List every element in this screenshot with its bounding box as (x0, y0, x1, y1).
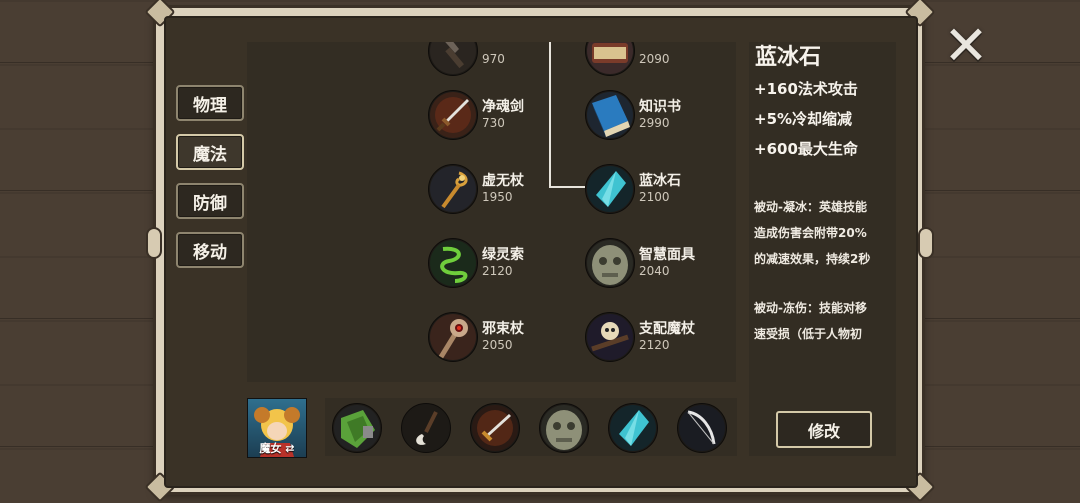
tab-movement[interactable]: 移动 (176, 232, 244, 268)
item-stat: +160法术攻击 (754, 80, 858, 98)
item-name: 支配魔杖 (639, 321, 695, 337)
loadout-slot[interactable] (470, 403, 520, 453)
item-name: 蓝冰石 (639, 173, 681, 189)
bow-icon (679, 405, 725, 451)
stone-mask-icon (541, 405, 587, 451)
item-price: 1950 (482, 190, 513, 204)
item-stat: +5%冷却缩减 (754, 110, 853, 128)
stone-mask-icon (585, 238, 635, 288)
passive-description: 被动-冻伤：技能对移 速受损（低于人物初 (754, 295, 896, 347)
green-rope-icon (428, 238, 478, 288)
tab-physical[interactable]: 物理 (176, 85, 244, 121)
passive-line: 的减速效果，持续2秒 (754, 252, 871, 266)
close-button[interactable]: ✕ (942, 14, 990, 77)
item-detail-panel: 蓝冰石 +160法术攻击 +5%冷却缩减 +600最大生命 被动-凝冰：英雄技能… (749, 42, 896, 456)
item-card[interactable]: 绿灵索 2120 (428, 238, 568, 288)
close-icon: ✕ (943, 14, 989, 77)
item-price: 2040 (639, 264, 670, 278)
item-price: 2090 (639, 52, 670, 66)
hero-name: 魔女 ⇄ (259, 442, 295, 455)
item-card[interactable]: 知识书 2990 (585, 90, 725, 140)
item-card[interactable]: 蓝冰石 2100 (585, 164, 725, 214)
loadout-slot[interactable] (539, 403, 589, 453)
hero-portrait[interactable]: 魔女 ⇄ (247, 398, 307, 458)
item-list: 970 净魂剑 730 虚无杖 1950 绿灵索 2120 邪束杖 2050 2… (247, 42, 736, 382)
tab-defense[interactable]: 防御 (176, 183, 244, 219)
tab-label: 物理 (193, 95, 227, 116)
loadout-slot[interactable] (677, 403, 727, 453)
passive-line: 被动-凝冰：英雄技能 (754, 200, 867, 214)
modify-button[interactable]: 修改 (776, 411, 872, 448)
frame-knob (146, 227, 162, 259)
dark-weapon-icon (428, 42, 478, 76)
equipment-loadout (325, 398, 737, 456)
tome-icon (585, 42, 635, 76)
loadout-slot[interactable] (332, 403, 382, 453)
tab-label: 移动 (193, 242, 227, 263)
item-card[interactable]: 邪束杖 2050 (428, 312, 568, 362)
item-card[interactable]: 支配魔杖 2120 (585, 312, 725, 362)
dagger-icon (403, 405, 449, 451)
item-price: 2990 (639, 116, 670, 130)
item-card[interactable]: 净魂剑 730 (428, 90, 568, 140)
sword-icon (428, 90, 478, 140)
ice-crystal-icon (585, 164, 635, 214)
item-card[interactable]: 970 (428, 42, 568, 76)
item-name: 虚无杖 (482, 173, 524, 189)
tab-label: 防御 (193, 193, 227, 214)
sword-icon (472, 405, 518, 451)
item-price: 970 (482, 52, 505, 66)
blue-book-icon (585, 90, 635, 140)
item-detail-title: 蓝冰石 (755, 45, 822, 70)
item-stat: +600最大生命 (754, 140, 858, 158)
item-price: 2100 (639, 190, 670, 204)
passive-line: 被动-冻伤：技能对移 (754, 301, 867, 315)
item-price: 730 (482, 116, 505, 130)
ice-crystal-icon (610, 405, 656, 451)
item-card[interactable]: 智慧面具 2040 (585, 238, 725, 288)
frame-knob (918, 227, 934, 259)
item-card[interactable]: 虚无杖 1950 (428, 164, 568, 214)
item-name: 邪束杖 (482, 321, 524, 337)
golden-staff-icon (428, 164, 478, 214)
item-name: 绿灵索 (482, 247, 524, 263)
item-price: 2120 (639, 338, 670, 352)
tab-magic[interactable]: 魔法 (176, 134, 244, 170)
skull-wand-icon (585, 312, 635, 362)
loadout-slot[interactable] (608, 403, 658, 453)
passive-line: 速受损（低于人物初 (754, 327, 863, 341)
item-name: 智慧面具 (639, 247, 695, 263)
item-price: 2120 (482, 264, 513, 278)
green-armor-icon (334, 405, 380, 451)
passive-line: 造成伤害会附带20% (754, 226, 867, 240)
tab-label: 魔法 (193, 144, 227, 165)
item-name: 净魂剑 (482, 99, 524, 115)
skull-staff-icon (428, 312, 478, 362)
item-card[interactable]: 2090 (585, 42, 725, 76)
loadout-slot[interactable] (401, 403, 451, 453)
passive-description: 被动-凝冰：英雄技能 造成伤害会附带20% 的减速效果，持续2秒 (754, 194, 896, 272)
item-price: 2050 (482, 338, 513, 352)
item-name: 知识书 (639, 99, 681, 115)
modify-button-label: 修改 (807, 421, 840, 441)
